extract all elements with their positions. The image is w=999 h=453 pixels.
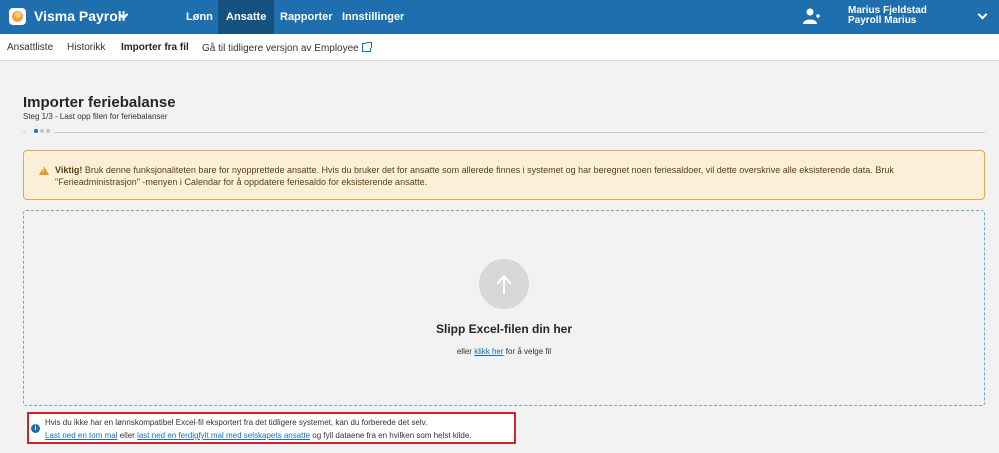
subnav-ansattliste[interactable]: Ansattliste [7,42,53,53]
warning-label: Viktig! [55,165,83,175]
subnav-tidligere-versjon-label: Gå til tidligere versjon av Employee [202,43,359,54]
choose-file-link[interactable]: klikk her [474,347,503,356]
dropzone-suffix: for å velge fil [505,347,552,356]
chevron-down-icon[interactable] [977,9,988,20]
dropzone-prefix: eller [456,347,472,356]
nav-item-lonn[interactable]: Lønn [178,0,221,34]
nav-item-rapporter[interactable]: Rapporter [272,0,341,34]
info-text: Hvis du ikke har en lønnskompatibel Exce… [45,418,428,427]
subnav-tidligere-versjon[interactable]: Gå til tidligere versjon av Employee [202,42,372,54]
external-link-icon [361,42,372,52]
info-icon: i [31,424,40,433]
step-dot-1 [34,129,38,133]
sub-navigation: Ansattliste Historikk Importer fra fil G… [0,34,999,61]
visma-logo-icon[interactable] [9,8,26,25]
page-title: Importer feriebalanse [23,94,176,111]
user-switch-icon[interactable] [801,7,821,27]
warning-message: Bruk denne funksjonaliteten bare for nyo… [55,165,894,187]
warning-text: Viktig! Bruk denne funksjonaliteten bare… [55,164,965,188]
info-links: Last ned en tom mal eller last ned en fe… [45,431,472,440]
download-filled-template-link[interactable]: last ned en ferdigfylt mal med selskapet… [137,431,310,440]
company-name[interactable]: Payroll Marius [848,16,916,26]
info-suffix: og fyll dataene fra en hvilken som helst… [312,431,472,440]
info-between: eller [119,431,135,440]
stepper-line [23,132,985,133]
app-title[interactable]: Visma Payroll [34,8,126,24]
step-dot-3 [46,129,50,133]
nav-item-innstillinger[interactable]: Innstillinger [334,0,412,34]
step-dot-2 [40,129,44,133]
template-info-box: i Hvis du ikke har en lønnskompatibel Ex… [27,412,516,444]
nav-item-ansatte[interactable]: Ansatte [218,0,275,34]
subnav-importer-fra-fil[interactable]: Importer fra fil [121,42,189,53]
dropzone-subtitle: eller klikk her for å velge fil [24,347,984,356]
warning-alert: Viktig! Bruk denne funksjonaliteten bare… [23,150,985,200]
subnav-historikk[interactable]: Historikk [67,42,105,53]
file-dropzone[interactable]: Slipp Excel-filen din her eller klikk he… [23,210,985,406]
warning-icon [39,166,49,175]
top-navigation-bar: Visma Payroll Lønn Ansatte Rapporter Inn… [0,0,999,34]
download-empty-template-link[interactable]: Last ned en tom mal [45,431,117,440]
upload-icon[interactable] [479,259,529,309]
step-label: Steg 1/3 - Last opp filen for feriebalan… [23,112,168,121]
dropzone-title: Slipp Excel-filen din her [435,322,573,336]
